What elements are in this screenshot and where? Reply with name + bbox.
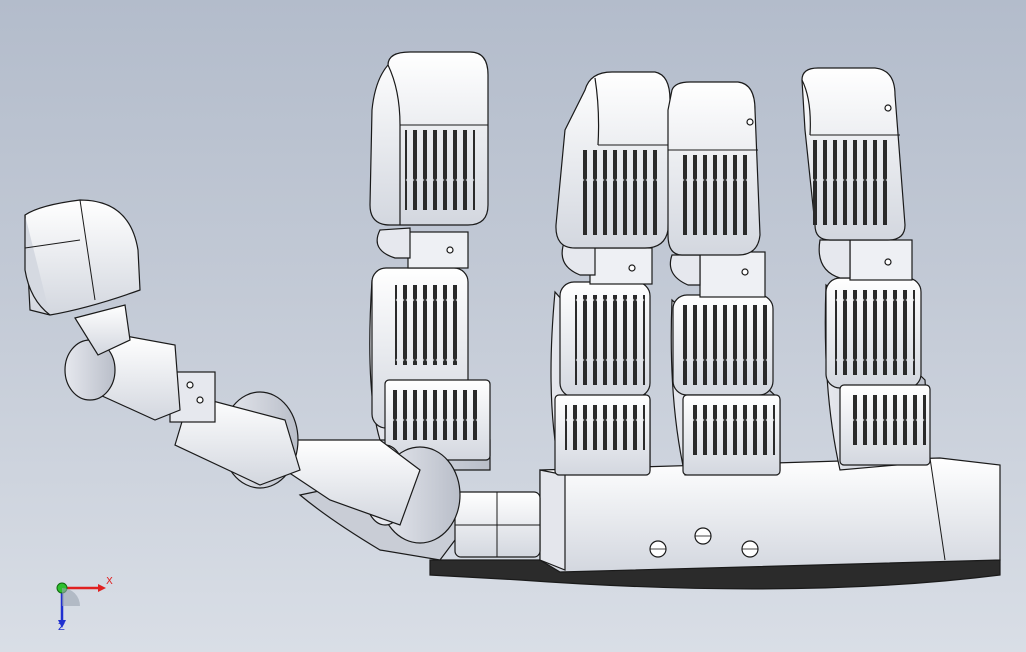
index-finger[interactable] bbox=[369, 51, 491, 471]
axis-triad: X Z bbox=[50, 572, 120, 637]
cad-viewport[interactable]: X Z bbox=[0, 0, 1026, 652]
little-finger[interactable] bbox=[801, 67, 931, 471]
z-axis-label: Z bbox=[58, 622, 65, 633]
ring-finger[interactable] bbox=[667, 81, 781, 476]
robotic-hand-model[interactable] bbox=[0, 0, 1026, 652]
x-axis-label: X bbox=[106, 576, 113, 587]
middle-finger[interactable] bbox=[550, 71, 671, 476]
